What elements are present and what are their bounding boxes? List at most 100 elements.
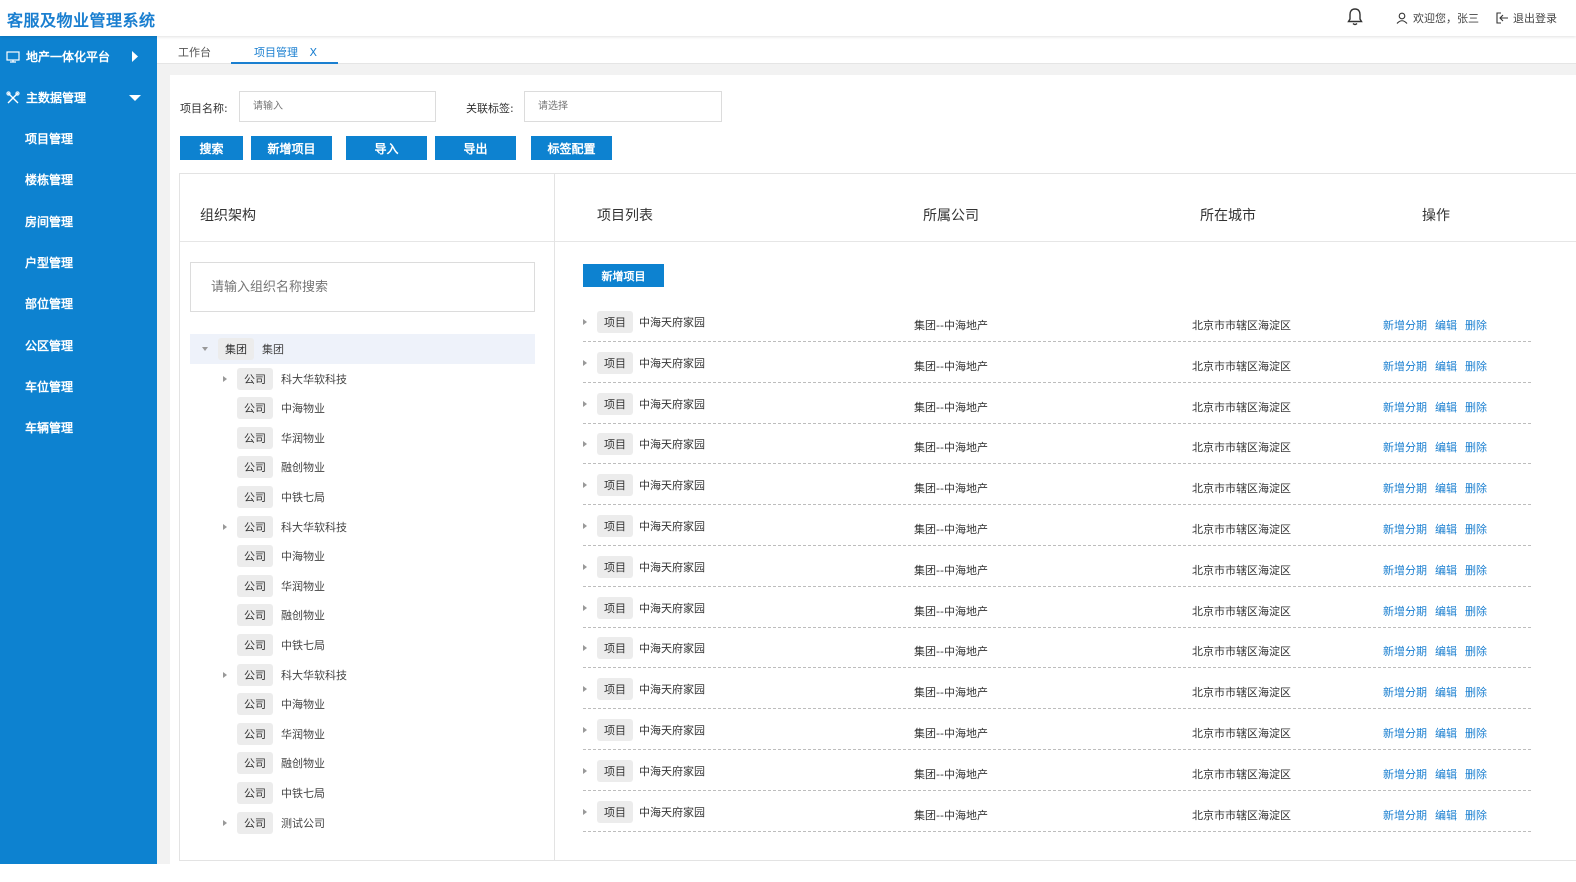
add-project-button[interactable]: 新增项目 bbox=[251, 136, 332, 160]
edit-link[interactable]: 编辑 bbox=[1435, 562, 1457, 578]
delete-link[interactable]: 删除 bbox=[1465, 317, 1487, 333]
edit-link[interactable]: 编辑 bbox=[1435, 807, 1457, 823]
row-expand-icon[interactable] bbox=[583, 686, 587, 693]
tree-node[interactable]: 公司 中铁七局 bbox=[190, 630, 535, 660]
add-phase-link[interactable]: 新增分期 bbox=[1383, 807, 1427, 823]
org-search-input[interactable] bbox=[190, 262, 535, 312]
tree-node[interactable]: 公司 科大华软科技 bbox=[190, 660, 535, 690]
add-phase-link[interactable]: 新增分期 bbox=[1383, 643, 1427, 659]
delete-link[interactable]: 删除 bbox=[1465, 725, 1487, 741]
sidebar-item-project[interactable]: 项目管理 bbox=[0, 118, 157, 159]
row-expand-icon[interactable] bbox=[583, 359, 587, 366]
sidebar-item-part[interactable]: 部位管理 bbox=[0, 283, 157, 324]
add-phase-link[interactable]: 新增分期 bbox=[1383, 562, 1427, 578]
edit-link[interactable]: 编辑 bbox=[1435, 725, 1457, 741]
logout-button[interactable]: 退出登录 bbox=[1496, 10, 1557, 26]
list-add-project-button[interactable]: 新增项目 bbox=[583, 264, 664, 287]
add-phase-link[interactable]: 新增分期 bbox=[1383, 725, 1427, 741]
edit-link[interactable]: 编辑 bbox=[1435, 399, 1457, 415]
delete-link[interactable]: 删除 bbox=[1465, 684, 1487, 700]
export-button[interactable]: 导出 bbox=[435, 136, 516, 160]
tree-node[interactable]: 公司 中铁七局 bbox=[190, 482, 535, 512]
edit-link[interactable]: 编辑 bbox=[1435, 766, 1457, 782]
add-phase-link[interactable]: 新增分期 bbox=[1383, 317, 1427, 333]
delete-link[interactable]: 删除 bbox=[1465, 439, 1487, 455]
add-phase-link[interactable]: 新增分期 bbox=[1383, 766, 1427, 782]
tree-node[interactable]: 公司 测试公司 bbox=[190, 808, 535, 838]
edit-link[interactable]: 编辑 bbox=[1435, 480, 1457, 496]
caret-right-icon[interactable] bbox=[223, 671, 227, 678]
tree-node[interactable]: 公司 科大华软科技 bbox=[190, 364, 535, 394]
delete-link[interactable]: 删除 bbox=[1465, 358, 1487, 374]
edit-link[interactable]: 编辑 bbox=[1435, 643, 1457, 659]
tree-node[interactable]: 集团 集团 bbox=[190, 334, 535, 364]
add-phase-link[interactable]: 新增分期 bbox=[1383, 521, 1427, 537]
delete-link[interactable]: 删除 bbox=[1465, 603, 1487, 619]
welcome-user[interactable]: 欢迎您，张三 bbox=[1396, 10, 1479, 26]
sidebar-item-room[interactable]: 房间管理 bbox=[0, 201, 157, 242]
tab-workbench[interactable]: 工作台 bbox=[178, 44, 211, 60]
delete-link[interactable]: 删除 bbox=[1465, 399, 1487, 415]
row-expand-icon[interactable] bbox=[583, 319, 587, 325]
sidebar-item-vehicle[interactable]: 车辆管理 bbox=[0, 407, 157, 448]
tree-node[interactable]: 公司 融创物业 bbox=[190, 452, 535, 482]
row-expand-icon[interactable] bbox=[583, 645, 587, 652]
scrollbar[interactable] bbox=[157, 64, 170, 764]
edit-link[interactable]: 编辑 bbox=[1435, 439, 1457, 455]
tag-select[interactable] bbox=[524, 91, 722, 122]
tree-node[interactable]: 公司 中海物业 bbox=[190, 393, 535, 423]
row-expand-icon[interactable] bbox=[583, 400, 587, 407]
delete-link[interactable]: 删除 bbox=[1465, 807, 1487, 823]
tree-node[interactable]: 公司 中海物业 bbox=[190, 541, 535, 571]
row-expand-icon[interactable] bbox=[583, 604, 587, 611]
tab-close-icon[interactable]: X bbox=[310, 46, 318, 59]
sidebar-item-building[interactable]: 楼栋管理 bbox=[0, 159, 157, 200]
sidebar-item-public-area[interactable]: 公区管理 bbox=[0, 324, 157, 365]
edit-link[interactable]: 编辑 bbox=[1435, 358, 1457, 374]
row-expand-icon[interactable] bbox=[583, 808, 587, 815]
add-phase-link[interactable]: 新增分期 bbox=[1383, 603, 1427, 619]
tree-node[interactable]: 公司 融创物业 bbox=[190, 600, 535, 630]
tree-node[interactable]: 公司 华润物业 bbox=[190, 719, 535, 749]
row-expand-icon[interactable] bbox=[583, 523, 587, 529]
edit-link[interactable]: 编辑 bbox=[1435, 521, 1457, 537]
add-phase-link[interactable]: 新增分期 bbox=[1383, 480, 1427, 496]
tab-project-management[interactable]: 项目管理 X bbox=[254, 44, 317, 60]
edit-link[interactable]: 编辑 bbox=[1435, 684, 1457, 700]
sidebar-item-parking[interactable]: 车位管理 bbox=[0, 366, 157, 407]
row-expand-icon[interactable] bbox=[583, 482, 587, 489]
sidebar-group-platform[interactable]: 地产一体化平台 bbox=[0, 36, 157, 77]
bell-icon[interactable] bbox=[1345, 7, 1365, 27]
tree-node[interactable]: 公司 中铁七局 bbox=[190, 778, 535, 808]
tree-node[interactable]: 公司 华润物业 bbox=[190, 423, 535, 453]
row-expand-icon[interactable] bbox=[583, 767, 587, 774]
sidebar-group-master-data[interactable]: 主数据管理 bbox=[0, 77, 157, 118]
caret-right-icon[interactable] bbox=[223, 523, 227, 530]
caret-right-icon[interactable] bbox=[223, 375, 227, 382]
row-expand-icon[interactable] bbox=[583, 441, 587, 448]
tag-config-button[interactable]: 标签配置 bbox=[531, 136, 612, 160]
row-expand-icon[interactable] bbox=[583, 727, 587, 733]
delete-link[interactable]: 删除 bbox=[1465, 643, 1487, 659]
delete-link[interactable]: 删除 bbox=[1465, 521, 1487, 537]
edit-link[interactable]: 编辑 bbox=[1435, 603, 1457, 619]
caret-right-icon[interactable] bbox=[223, 819, 227, 826]
add-phase-link[interactable]: 新增分期 bbox=[1383, 399, 1427, 415]
delete-link[interactable]: 删除 bbox=[1465, 480, 1487, 496]
tree-node[interactable]: 公司 华润物业 bbox=[190, 571, 535, 601]
search-button[interactable]: 搜索 bbox=[180, 136, 243, 160]
add-phase-link[interactable]: 新增分期 bbox=[1383, 358, 1427, 374]
project-name-input[interactable] bbox=[239, 91, 436, 122]
tree-node[interactable]: 公司 中海物业 bbox=[190, 689, 535, 719]
caret-down-icon[interactable] bbox=[202, 347, 208, 351]
edit-link[interactable]: 编辑 bbox=[1435, 317, 1457, 333]
row-expand-icon[interactable] bbox=[583, 563, 587, 570]
sidebar-item-unit-type[interactable]: 户型管理 bbox=[0, 242, 157, 283]
tree-node[interactable]: 公司 科大华软科技 bbox=[190, 512, 535, 542]
add-phase-link[interactable]: 新增分期 bbox=[1383, 684, 1427, 700]
tree-node[interactable]: 公司 融创物业 bbox=[190, 748, 535, 778]
delete-link[interactable]: 删除 bbox=[1465, 562, 1487, 578]
import-button[interactable]: 导入 bbox=[346, 136, 427, 160]
delete-link[interactable]: 删除 bbox=[1465, 766, 1487, 782]
add-phase-link[interactable]: 新增分期 bbox=[1383, 439, 1427, 455]
